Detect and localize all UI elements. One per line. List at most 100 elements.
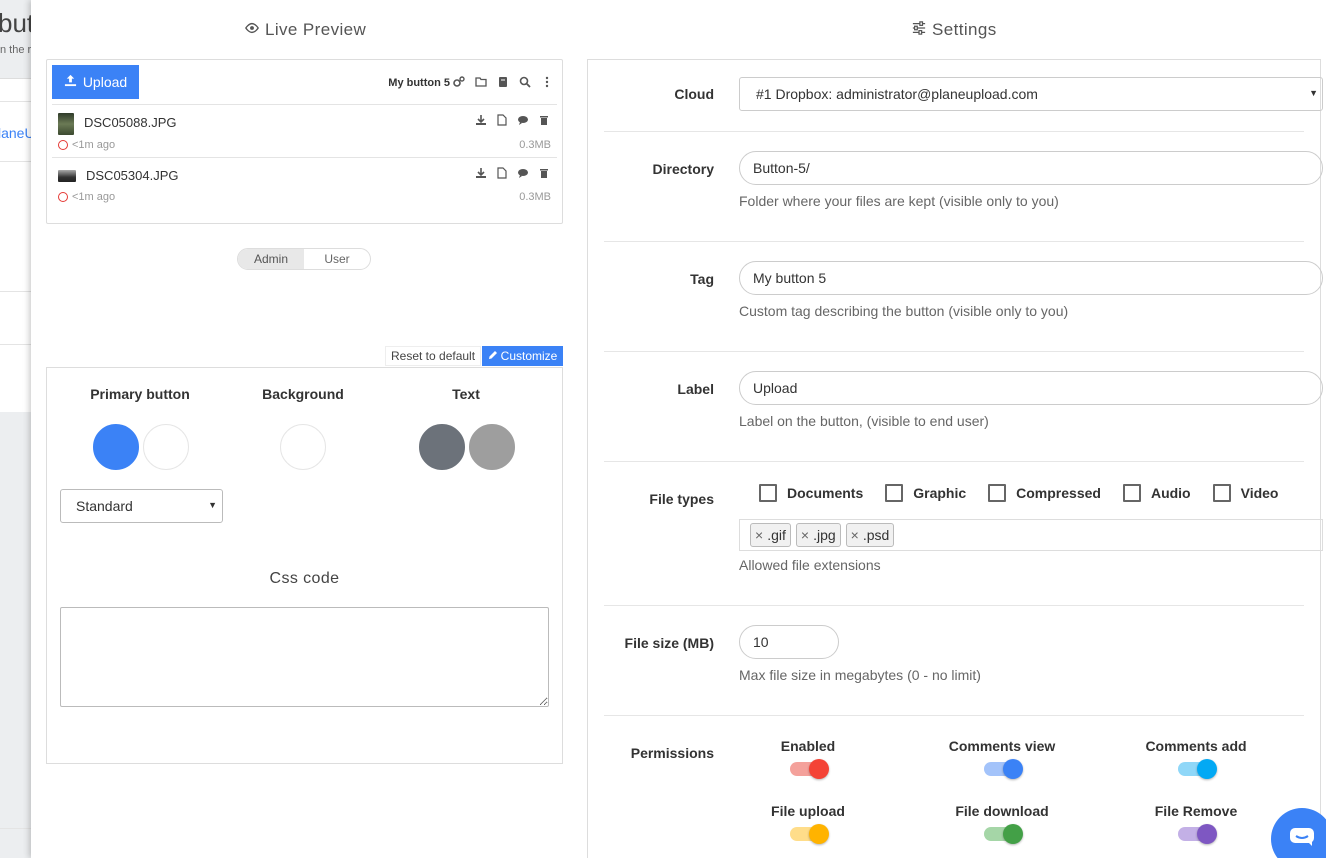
folder-icon[interactable] [474,75,488,89]
settings-icon[interactable] [452,75,466,89]
checkbox[interactable] [1122,484,1141,502]
file-size: 0.3MB [519,139,551,151]
filetype-graphic[interactable]: Graphic [885,484,966,502]
permission-toggle[interactable] [984,824,1023,844]
checkbox[interactable] [885,484,904,502]
style-select-value: Standard [76,498,133,514]
live-preview-title: Live Preview [265,20,367,39]
filetype-label: Audio [1150,485,1191,501]
customize-button[interactable]: Customize [482,346,563,366]
toggle-knob [809,759,829,779]
permission-comments-add: Comments add [1126,738,1266,779]
file-meta: <1m ago [58,191,115,203]
eye-icon [245,20,259,40]
label-input[interactable]: Upload [739,371,1323,405]
search-icon[interactable] [518,75,532,89]
more-icon[interactable] [540,75,554,89]
permission-file-upload: File upload [738,803,878,844]
background-link[interactable]: laneU [0,125,35,141]
stack-icon[interactable] [496,75,510,89]
file-name[interactable]: DSC05088.JPG [84,115,177,130]
remove-icon[interactable]: × [755,527,763,543]
trash-icon[interactable] [538,114,551,127]
download-icon[interactable] [475,114,488,127]
file-info-icon[interactable] [496,167,509,180]
file-thumbnail [58,170,76,182]
file-row[interactable]: DSC05304.JPG <1m ago 0.3MB [52,157,557,209]
comments-icon[interactable] [517,167,530,180]
css-code-textarea[interactable] [60,607,549,707]
background-page-subtitle: n the r [0,44,32,56]
pencil-icon [488,349,498,363]
customization-box: Primary button Background Text Standard … [46,367,563,764]
filetype-compressed[interactable]: Compressed [988,484,1101,502]
checkbox[interactable] [988,484,1007,502]
permission-toggle[interactable] [1178,759,1217,779]
cloud-select[interactable]: #1 Dropbox: administrator@planeupload.co… [739,77,1323,111]
checkbox[interactable] [1212,484,1231,502]
text-alt-color-swatch[interactable] [469,424,515,470]
file-size-row: File size (MB) 10 Max file size in megab… [604,606,1304,716]
download-icon[interactable] [475,167,488,180]
background-color-swatch[interactable] [280,424,326,470]
settings-heading: Settings [912,20,997,40]
role-admin[interactable]: Admin [238,249,304,269]
tag-row: Tag My button 5 Custom tag describing th… [604,242,1323,352]
directory-row: Directory Button-5/ Folder where your fi… [604,132,1323,242]
file-info-icon[interactable] [496,114,509,127]
upload-button[interactable]: Upload [52,65,139,99]
filetype-audio[interactable]: Audio [1122,484,1191,502]
extension-value: .gif [767,527,786,543]
directory-help: Folder where your files are kept (visibl… [739,193,1059,209]
file-size-help: Max file size in megabytes (0 - no limit… [739,667,981,683]
filetype-video[interactable]: Video [1212,484,1278,502]
filetype-label: Compressed [1016,485,1101,501]
text-title: Text [452,386,480,402]
reset-to-default-link[interactable]: Reset to default [385,346,482,366]
remove-icon[interactable]: × [851,527,859,543]
cloud-row: Cloud #1 Dropbox: administrator@planeupl… [604,60,1323,132]
file-size: 0.3MB [519,191,551,203]
text-color-swatch[interactable] [419,424,465,470]
remove-icon[interactable]: × [801,527,809,543]
directory-input[interactable]: Button-5/ [739,151,1323,185]
permission-toggle[interactable] [1178,824,1217,844]
customize-button-label: Customize [500,349,558,363]
primary-color-swatch[interactable] [93,424,139,470]
button-editor-panel: Live Preview Settings Upload My button 5… [31,0,1326,858]
permission-toggle[interactable] [984,759,1023,779]
toggle-knob [1003,824,1023,844]
tag-input[interactable]: My button 5 [739,261,1323,295]
file-types-row: File types Documents Graphic Compressed … [604,462,1323,606]
role-toggle: Admin User [237,248,371,270]
filetype-documents[interactable]: Documents [759,484,863,502]
sliders-icon [912,20,926,40]
chat-icon [1289,827,1315,852]
user-icon [58,192,68,202]
permission-toggle[interactable] [790,824,829,844]
primary-alt-color-swatch[interactable] [143,424,189,470]
comments-icon[interactable] [517,114,530,127]
permission-file-remove: File Remove [1126,803,1266,844]
extension-chip: × .jpg [795,523,841,547]
file-name[interactable]: DSC05304.JPG [86,168,179,183]
file-actions [475,114,551,127]
label-help: Label on the button, (visible to end use… [739,413,989,429]
permission-label: File download [955,803,1049,819]
permission-toggle[interactable] [790,759,829,779]
cloud-select-value: #1 Dropbox: administrator@planeupload.co… [756,86,1038,102]
checkbox[interactable] [759,484,777,502]
toggle-knob [1197,759,1217,779]
toggle-knob [1003,759,1023,779]
trash-icon[interactable] [538,167,551,180]
settings-panel: Cloud #1 Dropbox: administrator@planeupl… [587,59,1323,858]
chevron-down-icon: ▼ [208,500,217,510]
file-row[interactable]: DSC05088.JPG <1m ago 0.3MB [52,104,557,156]
extensions-input[interactable]: × .gif × .jpg × .psd [739,519,1323,551]
extension-value: .jpg [813,527,836,543]
file-size-input[interactable]: 10 [739,625,839,659]
style-select[interactable]: Standard ▼ [60,489,223,523]
permissions-row: Permissions Enabled Comments view Commen… [604,716,1304,858]
role-user[interactable]: User [304,249,370,269]
tag-help: Custom tag describing the button (visibl… [739,303,1069,319]
